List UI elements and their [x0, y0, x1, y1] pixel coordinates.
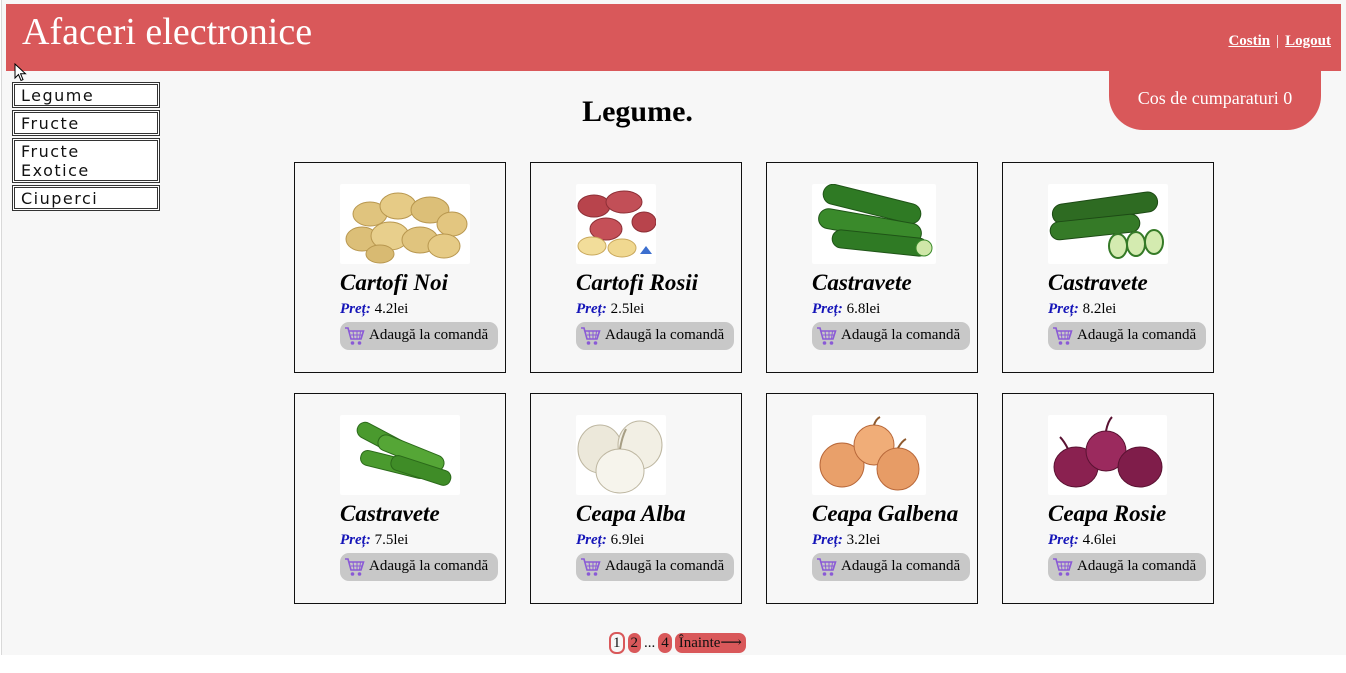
- product-image-small-cucumbers: [340, 415, 460, 495]
- price-value: 8.2lei: [1082, 301, 1117, 317]
- add-to-order-label: Adaugă la comandă: [1077, 327, 1197, 343]
- product-image-red-onions: [1048, 415, 1167, 495]
- product-name: Ceapa Galbena: [812, 501, 959, 526]
- product-price: Preț: 7.5lei: [340, 532, 408, 549]
- price-label: Preț:: [576, 532, 607, 548]
- add-to-order-button[interactable]: Adaugă la comandă: [812, 553, 970, 581]
- product-name: Castravete: [340, 501, 440, 526]
- add-to-order-button[interactable]: Adaugă la comandă: [812, 322, 970, 350]
- product-card: Castravete Preț: 7.5lei Adaugă la comand…: [294, 393, 506, 604]
- add-to-order-button[interactable]: Adaugă la comandă: [340, 322, 498, 350]
- site-title: Afaceri electronice: [22, 11, 313, 53]
- price-label: Preț:: [812, 301, 843, 317]
- add-to-order-label: Adaugă la comandă: [841, 558, 961, 574]
- price-label: Preț:: [576, 301, 607, 317]
- shopping-cart-icon: [817, 558, 837, 576]
- page-4-link[interactable]: 4: [658, 633, 672, 653]
- product-card: Cartofi Rosii Preț: 2.5lei Adaugă la com…: [530, 162, 742, 373]
- product-card: Ceapa Alba Preț: 6.9lei Adaugă la comand…: [530, 393, 742, 604]
- price-value: 7.5lei: [374, 532, 409, 548]
- product-image-red-potatoes: [576, 184, 656, 264]
- site-header: Afaceri electronice Costin | Logout: [6, 4, 1341, 71]
- product-name: Cartofi Noi: [340, 270, 448, 295]
- add-to-order-button[interactable]: Adaugă la comandă: [1048, 553, 1206, 581]
- user-links: Costin | Logout: [1228, 33, 1331, 50]
- product-card: Ceapa Galbena Preț: 3.2lei Adaugă la com…: [766, 393, 978, 604]
- product-card: Castravete Preț: 8.2lei Adaugă la comand…: [1002, 162, 1214, 373]
- shopping-cart-icon: [345, 558, 365, 576]
- product-price: Preț: 4.2lei: [340, 301, 408, 318]
- page-1-current[interactable]: 1: [609, 632, 625, 654]
- add-to-order-button[interactable]: Adaugă la comandă: [576, 322, 734, 350]
- shopping-cart-icon: [581, 327, 601, 345]
- price-label: Preț:: [812, 532, 843, 548]
- product-card: Cartofi Noi Preț: 4.2lei Adaugă la coman…: [294, 162, 506, 373]
- shopping-cart-icon: [817, 327, 837, 345]
- sidebar-item-fructe-exotice[interactable]: Fructe Exotice: [12, 138, 160, 183]
- product-name: Ceapa Rosie: [1048, 501, 1167, 526]
- add-to-order-label: Adaugă la comandă: [369, 558, 489, 574]
- pagination-ellipsis: ...: [644, 634, 656, 651]
- price-label: Preț:: [340, 301, 371, 317]
- product-name: Cartofi Rosii: [576, 270, 699, 295]
- price-value: 3.2lei: [846, 532, 881, 548]
- sidebar-item-label: Fructe Exotice: [21, 142, 90, 180]
- logout-link[interactable]: Logout: [1285, 33, 1331, 49]
- add-to-order-button[interactable]: Adaugă la comandă: [1048, 322, 1206, 350]
- sidebar-item-ciuperci[interactable]: Ciuperci: [12, 185, 160, 211]
- link-separator: |: [1276, 33, 1280, 49]
- page-2-link[interactable]: 2: [627, 633, 641, 653]
- product-price: Preț: 6.8lei: [812, 301, 880, 318]
- add-to-order-button[interactable]: Adaugă la comandă: [340, 553, 498, 581]
- product-price: Preț: 4.6lei: [1048, 532, 1116, 549]
- product-image-potatoes: [340, 184, 470, 264]
- product-card: Ceapa Rosie Preț: 4.6lei Adaugă la coman…: [1002, 393, 1214, 604]
- product-image-cucumbers-sliced: [1048, 184, 1168, 264]
- add-to-order-label: Adaugă la comandă: [841, 327, 961, 343]
- price-value: 6.8lei: [846, 301, 881, 317]
- product-grid: Cartofi Noi Preț: 4.2lei Adaugă la coman…: [294, 162, 1214, 604]
- product-price: Preț: 6.9lei: [576, 532, 644, 549]
- product-name: Castravete: [812, 270, 912, 295]
- add-to-order-label: Adaugă la comandă: [1077, 558, 1197, 574]
- product-name: Castravete: [1048, 270, 1148, 295]
- product-price: Preț: 2.5lei: [576, 301, 644, 318]
- next-page-button[interactable]: Înainte⟶: [674, 633, 746, 653]
- add-to-order-label: Adaugă la comandă: [605, 558, 725, 574]
- product-price: Preț: 8.2lei: [1048, 301, 1116, 318]
- price-value: 4.2lei: [374, 301, 409, 317]
- price-value: 6.9lei: [610, 532, 645, 548]
- add-to-order-label: Adaugă la comandă: [605, 327, 725, 343]
- shopping-cart-icon: [345, 327, 365, 345]
- add-to-order-button[interactable]: Adaugă la comandă: [576, 553, 734, 581]
- mouse-cursor-icon: [14, 63, 27, 82]
- price-label: Preț:: [340, 532, 371, 548]
- product-name: Ceapa Alba: [576, 501, 686, 526]
- price-value: 4.6lei: [1082, 532, 1117, 548]
- page-title: Legume.: [582, 95, 693, 128]
- product-image-white-onions: [576, 415, 666, 495]
- price-label: Preț:: [1048, 301, 1079, 317]
- pagination: 1 2 ... 4 Înainte⟶: [609, 632, 749, 654]
- shopping-cart-icon: [1053, 327, 1073, 345]
- price-label: Preț:: [1048, 532, 1079, 548]
- shopping-cart-icon: [1053, 558, 1073, 576]
- shopping-cart-icon: [581, 558, 601, 576]
- price-value: 2.5lei: [610, 301, 645, 317]
- product-image-yellow-onions: [812, 415, 926, 495]
- product-price: Preț: 3.2lei: [812, 532, 880, 549]
- user-link[interactable]: Costin: [1228, 33, 1270, 49]
- product-card: Castravete Preț: 6.8lei Adaugă la comand…: [766, 162, 978, 373]
- add-to-order-label: Adaugă la comandă: [369, 327, 489, 343]
- product-image-cucumbers: [812, 184, 936, 264]
